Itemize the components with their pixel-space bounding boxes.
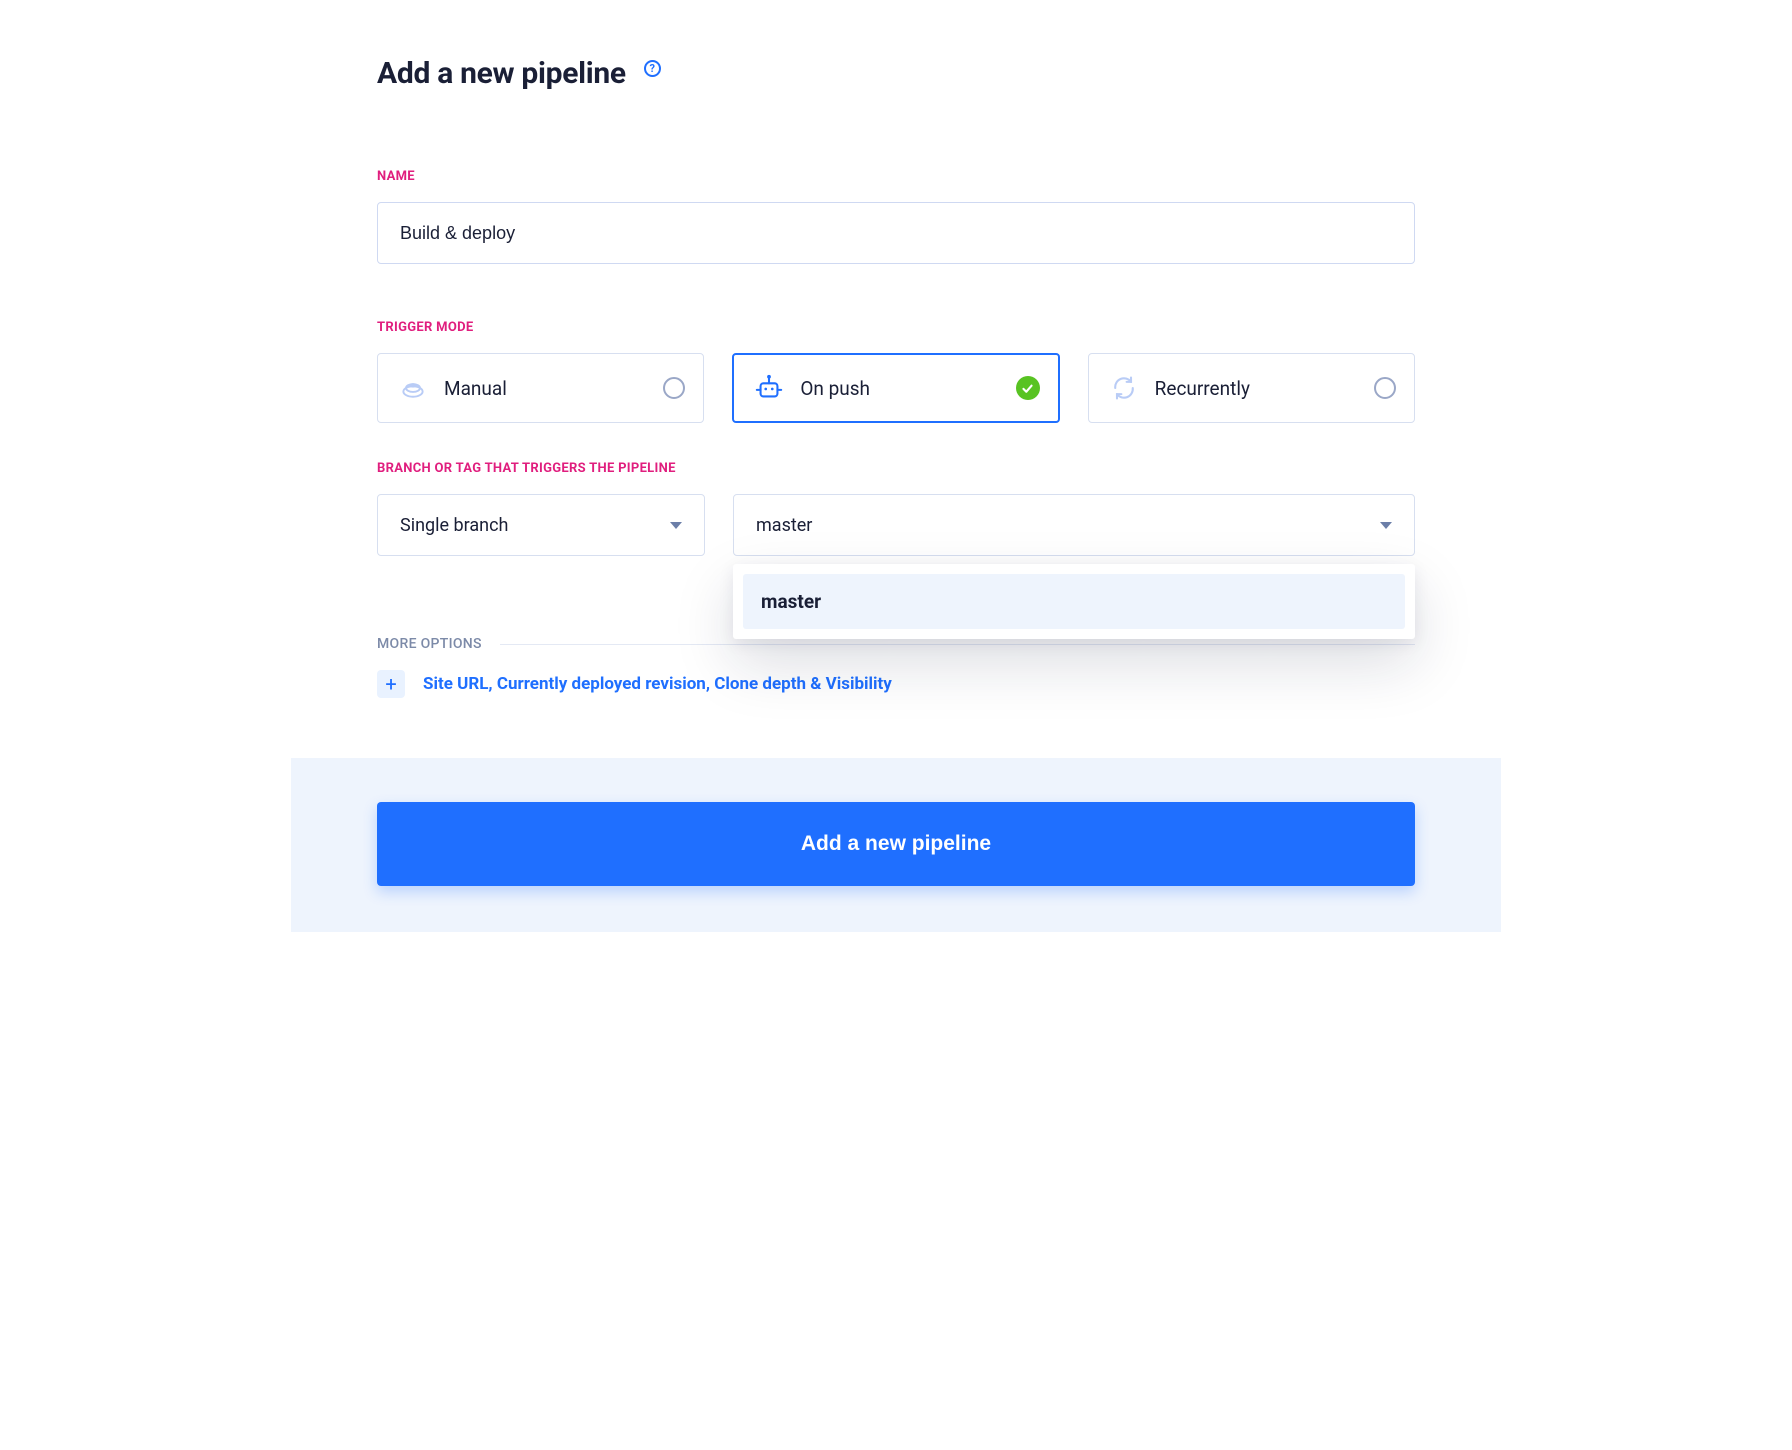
trigger-mode-label: TRIGGER MODE [377,320,1415,335]
branch-dropdown-panel: master [733,564,1415,639]
more-options-toggle[interactable]: + Site URL, Currently deployed revision,… [377,670,1415,698]
branch-scope-value: Single branch [400,515,508,536]
trigger-manual-label: Manual [444,377,647,400]
robot-icon [754,373,784,403]
add-pipeline-button[interactable]: Add a new pipeline [377,802,1415,886]
branch-name-select[interactable]: master [733,494,1415,556]
trigger-option-recurrently[interactable]: Recurrently [1088,353,1415,423]
branch-option-master[interactable]: master [743,574,1405,629]
more-options-label: MORE OPTIONS [377,636,482,652]
caret-down-icon [670,522,682,529]
trigger-option-manual[interactable]: Manual [377,353,704,423]
branch-name-value: master [756,515,812,536]
name-label: NAME [377,169,1415,184]
branch-trigger-label: BRANCH OR TAG THAT TRIGGERS THE PIPELINE [377,461,1415,476]
more-options-text: Site URL, Currently deployed revision, C… [423,674,892,694]
branch-scope-select[interactable]: Single branch [377,494,705,556]
page-title: Add a new pipeline [377,56,626,91]
manual-icon [398,373,428,403]
radio-unchecked-icon [1374,377,1396,399]
caret-down-icon [1380,522,1392,529]
pipeline-name-input[interactable] [377,202,1415,264]
divider [500,644,1415,645]
trigger-option-on-push[interactable]: On push [732,353,1059,423]
plus-icon: + [377,670,405,698]
trigger-on-push-label: On push [800,377,999,400]
trigger-recurrently-label: Recurrently [1155,377,1358,400]
check-icon [1016,376,1040,400]
refresh-icon [1109,373,1139,403]
help-icon[interactable]: ? [644,60,661,77]
radio-unchecked-icon [663,377,685,399]
